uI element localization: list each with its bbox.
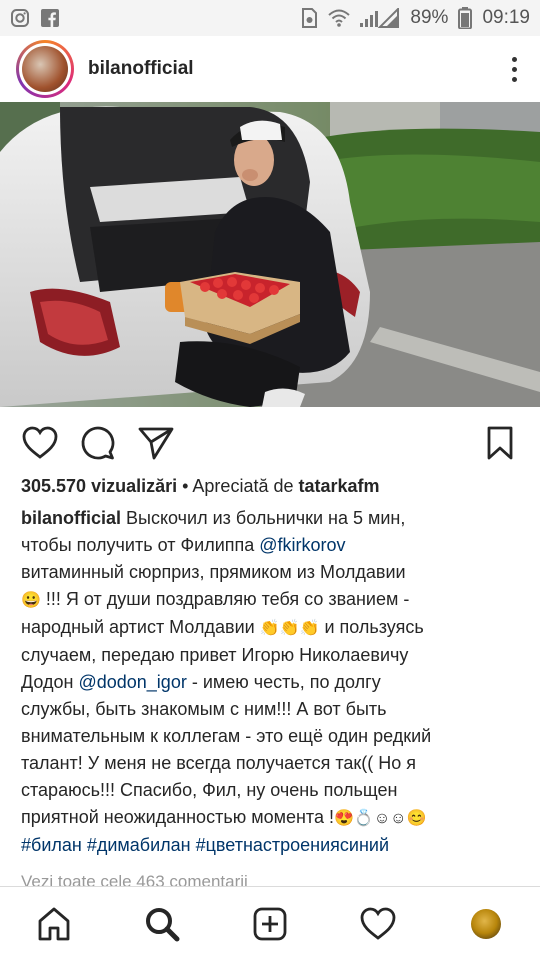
mention-link[interactable]: @fkirkorov	[259, 535, 345, 555]
heart-icon[interactable]	[20, 423, 60, 463]
view-comments-link[interactable]: Vezi toate cele 463 comentarii	[21, 872, 248, 886]
clock: 09:19	[482, 7, 530, 28]
add-icon[interactable]	[240, 894, 300, 954]
sim-icon	[300, 8, 318, 28]
avatar[interactable]	[16, 40, 74, 98]
caption-text: - имею честь, по долгу	[186, 672, 381, 692]
caption-text: службы, быть знакомым с ним!!! А вот быт…	[21, 699, 387, 719]
hashtags[interactable]: #билан #димабилан #цветнастроениясиний	[21, 832, 521, 859]
wifi-icon	[328, 8, 351, 28]
mention-link[interactable]: @dodon_igor	[78, 672, 186, 692]
views-line: 305.570 vizualizări • Apreciată de tatar…	[21, 476, 380, 497]
comment-icon[interactable]	[78, 423, 118, 463]
liked-by-prefix: • Apreciată de	[177, 476, 299, 496]
battery-percent: 89%	[410, 7, 449, 28]
caption-text: витаминный сюрприз, прямиком из Молдавии	[21, 562, 406, 582]
bookmark-icon[interactable]	[480, 423, 520, 463]
home-icon[interactable]	[24, 894, 84, 954]
bottom-nav	[0, 886, 540, 960]
profile-avatar-image	[471, 908, 501, 939]
post-header: bilanofficial	[0, 36, 540, 102]
caption-text: народный артист Молдавии	[21, 617, 260, 637]
search-icon[interactable]	[132, 894, 192, 954]
send-icon[interactable]	[136, 423, 176, 463]
caption-text: !!! Я от души поздравляю тебя со званием…	[40, 589, 410, 609]
facebook-icon	[40, 8, 60, 28]
post-photo[interactable]	[0, 102, 540, 407]
caption-text: Выскочил из больнички на 5 мин,	[121, 508, 406, 528]
clap-emoji: 👏👏👏	[259, 620, 320, 637]
signal-icon	[360, 8, 400, 28]
profile-avatar[interactable]	[456, 894, 516, 954]
grin-emoji: 😀	[21, 592, 41, 609]
caption: bilanofficial Выскочил из больнички на 5…	[21, 505, 521, 859]
battery-icon	[458, 7, 473, 29]
views-count[interactable]: 305.570 vizualizări	[21, 476, 177, 496]
caption-text: случаем, передаю привет Игорю Николаевич…	[21, 645, 409, 665]
caption-text: стараюсь!!! Спасибо, Фил, ну очень польщ…	[21, 780, 398, 800]
caption-text: талант! У меня не всегда получается так(…	[21, 753, 416, 773]
caption-text: чтобы получить от Филиппа	[21, 535, 260, 555]
liked-by-user[interactable]: tatarkafm	[299, 476, 380, 496]
caption-text: Додон	[21, 672, 79, 692]
caption-author[interactable]: bilanofficial	[21, 508, 121, 528]
post-actions	[0, 418, 540, 468]
activity-icon[interactable]	[348, 894, 408, 954]
more-options-icon[interactable]	[502, 51, 526, 87]
caption-text: внимательным к коллегам - это ещё один р…	[21, 726, 432, 746]
caption-text: приятной неожиданностью момента !	[21, 807, 334, 827]
instagram-icon	[10, 8, 30, 28]
post-username[interactable]: bilanofficial	[88, 58, 194, 80]
status-bar: 89% 09:19	[0, 0, 540, 36]
emoji-group: 😍💍☺☺😊	[333, 810, 427, 827]
caption-text: и пользуясь	[319, 617, 424, 637]
